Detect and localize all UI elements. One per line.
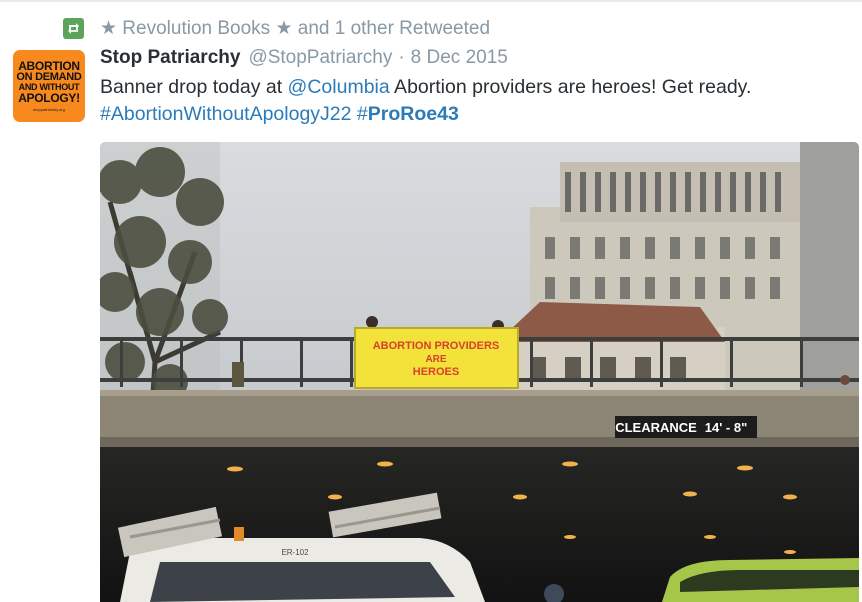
retweet-context[interactable]: ★ Revolution Books ★ and 1 other Retweet…	[63, 16, 490, 40]
retweet-icon	[63, 17, 84, 39]
tweet-header: Stop Patriarchy @StopPatriarchy · 8 Dec …	[100, 47, 508, 71]
photo-scene: ABORTION PROVIDERS ARE HEROES CLEARANCE …	[100, 142, 859, 602]
truck-plate: ER-102	[281, 548, 309, 557]
tweet-photo[interactable]: ABORTION PROVIDERS ARE HEROES CLEARANCE …	[100, 142, 859, 602]
hashtag-link-2[interactable]: #ProRoe43	[357, 103, 459, 125]
tiled-roof-building	[510, 302, 725, 402]
hashtag-symbol: #	[356, 103, 368, 125]
clearance-label: CLEARANCE	[615, 420, 697, 435]
header-separator: ·	[398, 47, 405, 68]
tweet-text: Banner drop today at @Columbia Abortion …	[100, 74, 850, 128]
avatar-url-text: stoppatriarchy.org	[33, 107, 65, 112]
top-divider	[0, 0, 862, 2]
banner-line-2: ARE	[425, 354, 446, 365]
retweet-context-text: ★ Revolution Books ★ and 1 other Retweet…	[100, 17, 491, 39]
avatar-line-4: APOLOGY!	[18, 91, 80, 105]
protest-banner: ABORTION PROVIDERS ARE HEROES	[354, 327, 519, 389]
green-car	[662, 558, 859, 602]
banner-line-3: HEROES	[413, 366, 459, 378]
tweet-text-part-2: Abortion providers are heroes! Get ready…	[389, 76, 752, 98]
mention-link[interactable]: @Columbia	[288, 76, 390, 98]
hashtag-link-1[interactable]: #AbortionWithoutApologyJ22	[100, 103, 352, 125]
clearance-sign: CLEARANCE 14' - 8"	[615, 416, 757, 438]
author-name[interactable]: Stop Patriarchy	[100, 47, 240, 69]
banner-line-1: ABORTION PROVIDERS	[373, 340, 500, 352]
clearance-value: 14' - 8"	[705, 420, 748, 435]
author-handle[interactable]: @StopPatriarchy	[248, 47, 392, 69]
tweet-text-part-1: Banner drop today at	[100, 76, 288, 98]
tweet-timestamp[interactable]: 8 Dec 2015	[411, 47, 508, 69]
avatar[interactable]: ABORTION ON DEMAND AND WITHOUT APOLOGY! …	[13, 50, 85, 122]
hashtag-word: ProRoe43	[367, 103, 459, 125]
